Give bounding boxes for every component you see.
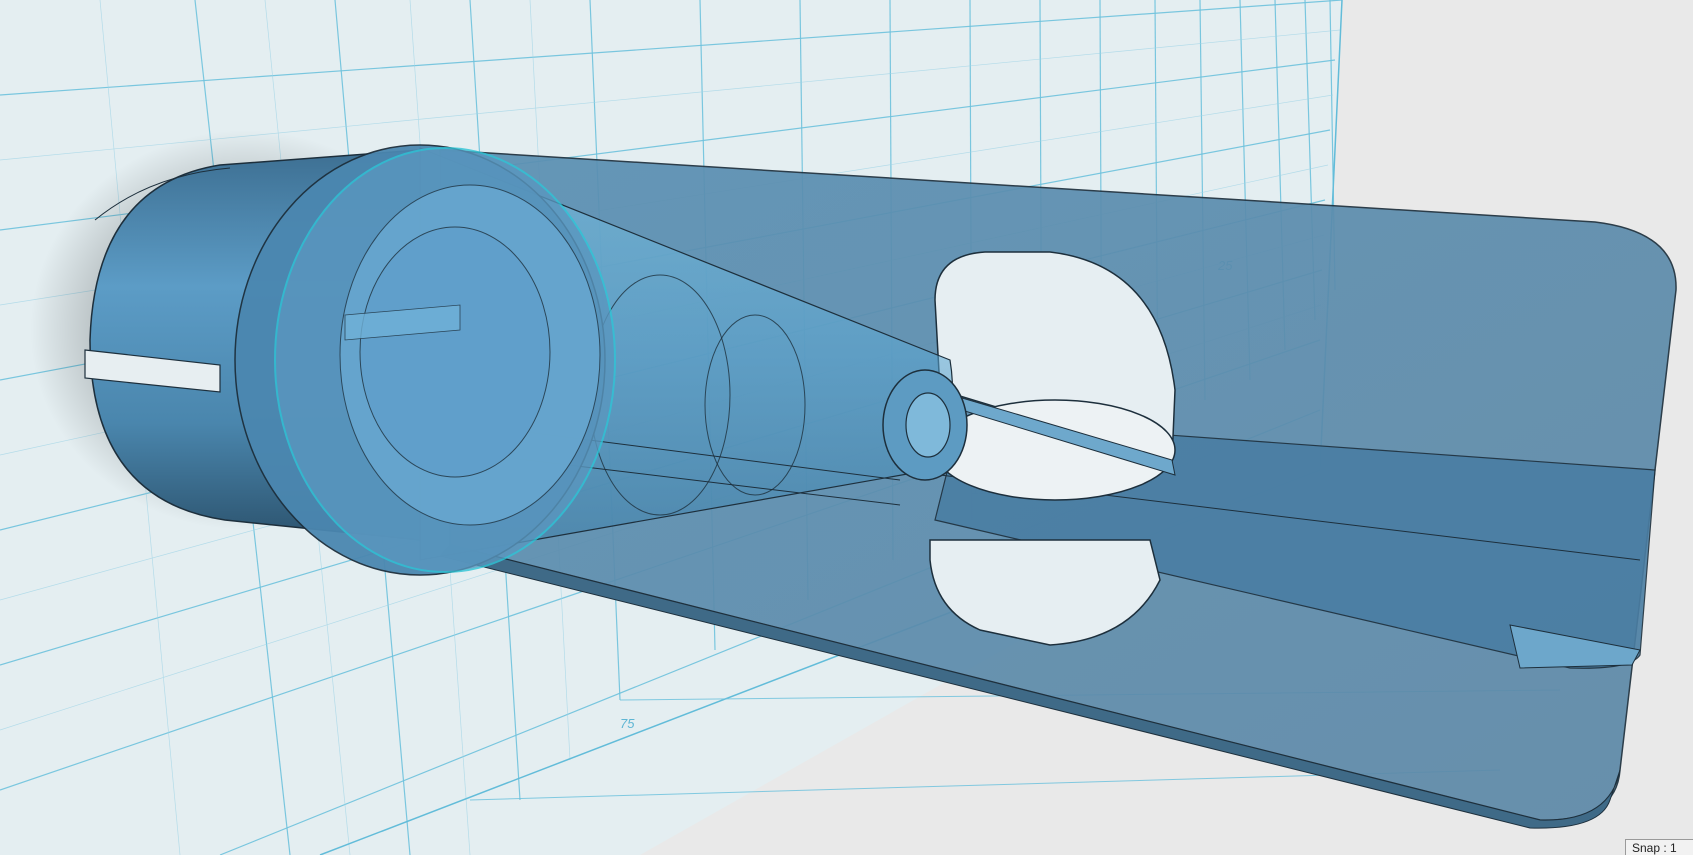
- snap-label: Snap : 1: [1632, 841, 1677, 855]
- 3d-viewport[interactable]: 75 125 100 25: [0, 0, 1693, 855]
- grid-label-75: 75: [620, 716, 635, 731]
- snap-status: Snap : 1: [1625, 839, 1693, 855]
